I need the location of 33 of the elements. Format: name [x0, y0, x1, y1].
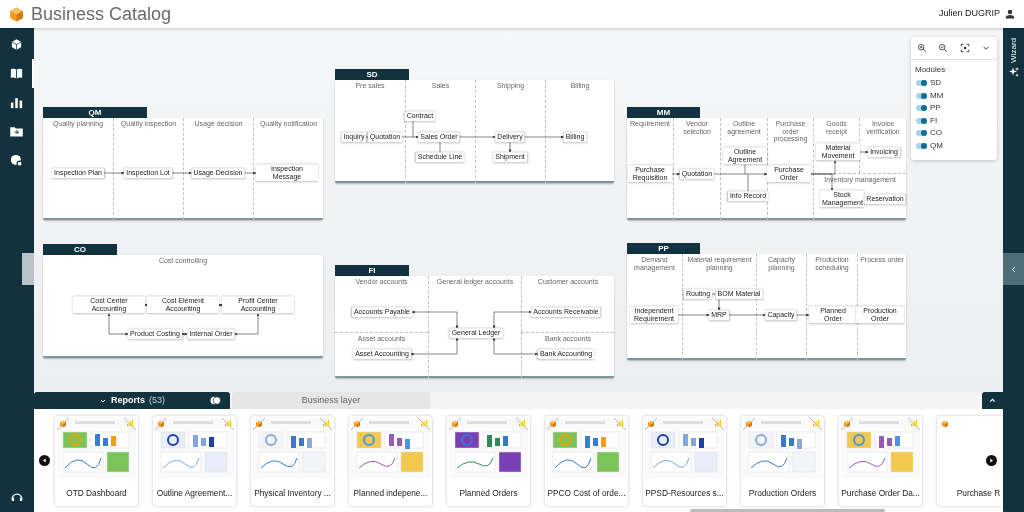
toggle-label: FI — [930, 114, 938, 127]
report-title: Planned Orders — [459, 487, 518, 500]
toggle-label: MM — [930, 89, 944, 102]
user-name: Julien DUGRIP — [938, 7, 1000, 21]
report-card[interactable]: Outline Agreement... — [153, 416, 236, 506]
app-title: Business Catalog — [31, 2, 172, 26]
wizard-label[interactable]: Wizard — [1007, 38, 1020, 63]
panel-tab[interactable]: Business layer — [232, 392, 430, 409]
panel-tab[interactable]: Reports (53) — [34, 392, 230, 409]
report-card[interactable]: Production Orders — [741, 416, 824, 506]
report-card[interactable]: Purchase Order Da... — [839, 416, 922, 506]
report-title: Purchase R — [956, 487, 1001, 500]
report-card[interactable]: Planned indepene... — [349, 416, 432, 506]
report-title: Physical Inventory ... — [254, 487, 331, 500]
report-card[interactable]: Physical Inventory ... — [251, 416, 334, 506]
report-title: Outline Agreement... — [156, 487, 233, 500]
report-title: OTD Dashboard — [66, 487, 127, 500]
report-title: Purchase Order Da... — [841, 487, 920, 500]
report-title: Production Orders — [748, 487, 817, 500]
toggle-label: SD — [930, 77, 942, 90]
toggle-label: QM — [930, 139, 943, 152]
toggle-label: PP — [930, 102, 941, 115]
toggle-label: CO — [930, 127, 942, 140]
report-count: (53) — [149, 393, 165, 407]
report-title: Planned indepene... — [353, 487, 428, 500]
panel-title: Modules — [915, 64, 947, 76]
report-card[interactable]: Purchase R — [937, 416, 1003, 506]
report-card[interactable]: PPCO Cost of orde... — [545, 416, 628, 506]
report-card[interactable]: PPSD-Resources s... — [643, 416, 726, 506]
report-title: PPCO Cost of orde... — [547, 487, 626, 500]
report-title: PPSD-Resources s... — [645, 487, 724, 500]
report-card[interactable]: Planned Orders — [447, 416, 530, 506]
report-card[interactable]: OTD Dashboard — [55, 416, 138, 506]
